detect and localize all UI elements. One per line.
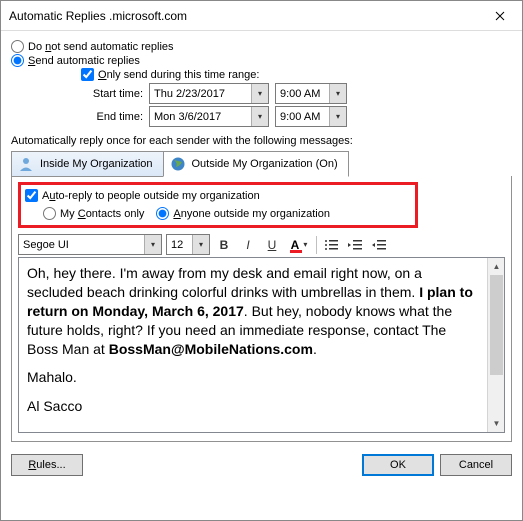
bulleted-list-button[interactable]	[321, 235, 341, 255]
chevron-down-icon: ▾	[329, 84, 346, 103]
font-color-button[interactable]: A▾	[286, 235, 312, 255]
bold-button[interactable]: B	[214, 235, 234, 255]
editor-toolbar: Segoe UI ▾ 12 ▾ B I U A▾	[18, 234, 505, 255]
editor-container: Oh, hey there. I'm away from my desk and…	[18, 257, 505, 433]
decrease-indent-button[interactable]	[345, 235, 365, 255]
do-not-send-radio[interactable]: Do not send automatic replies	[11, 40, 512, 53]
auto-reply-outside-checkbox[interactable]: Auto-reply to people outside my organiza…	[25, 189, 411, 202]
ok-button[interactable]: OK	[362, 454, 434, 476]
start-time-label: Start time:	[31, 88, 149, 100]
titlebar: Automatic Replies .microsoft.com	[1, 1, 522, 31]
tab-inside[interactable]: Inside My Organization	[11, 151, 164, 177]
increase-indent-button[interactable]	[369, 235, 389, 255]
scroll-up-icon[interactable]: ▲	[488, 258, 505, 275]
auto-reply-outside-input[interactable]	[25, 189, 38, 202]
font-size-combo[interactable]: 12 ▾	[166, 234, 210, 255]
send-input[interactable]	[11, 54, 24, 67]
end-time-label: End time:	[31, 111, 149, 123]
chevron-down-icon: ▾	[251, 84, 268, 103]
tab-outside[interactable]: Outside My Organization (On)	[163, 151, 349, 177]
chevron-down-icon: ▾	[144, 235, 161, 254]
message-editor[interactable]: Oh, hey there. I'm away from my desk and…	[19, 258, 487, 432]
cancel-button[interactable]: Cancel	[440, 454, 512, 476]
only-send-range-checkbox[interactable]: Only send during this time range:	[81, 68, 512, 81]
chevron-down-icon: ▾	[251, 107, 268, 126]
font-family-combo[interactable]: Segoe UI ▾	[18, 234, 162, 255]
globe-icon	[170, 156, 186, 172]
person-icon	[18, 156, 34, 172]
anyone-outside-radio[interactable]: Anyone outside my organization	[156, 207, 330, 220]
rules-button[interactable]: Rules...	[11, 454, 83, 476]
chevron-down-icon: ▾	[192, 235, 209, 254]
send-radio[interactable]: Send automatic replies	[11, 54, 512, 67]
only-send-range-input[interactable]	[81, 68, 94, 81]
start-date-combo[interactable]: Thu 2/23/2017 ▾	[149, 83, 269, 104]
highlight-box: Auto-reply to people outside my organiza…	[18, 182, 418, 228]
end-date-combo[interactable]: Mon 3/6/2017 ▾	[149, 106, 269, 127]
editor-scrollbar[interactable]: ▲ ▼	[487, 258, 504, 432]
tabs: Inside My Organization Outside My Organi…	[11, 151, 512, 177]
footer: Rules... OK Cancel	[1, 446, 522, 484]
anyone-outside-input[interactable]	[156, 207, 169, 220]
chevron-down-icon: ▾	[303, 240, 307, 249]
tab-panel-outside: Auto-reply to people outside my organiza…	[11, 176, 512, 442]
close-icon	[495, 11, 505, 21]
my-contacts-only-input[interactable]	[43, 207, 56, 220]
start-time-combo[interactable]: 9:00 AM ▾	[275, 83, 347, 104]
do-not-send-input[interactable]	[11, 40, 24, 53]
chevron-down-icon: ▾	[329, 107, 346, 126]
close-button[interactable]	[478, 1, 522, 30]
title-text: Automatic Replies .microsoft.com	[9, 9, 478, 23]
section-heading: Automatically reply once for each sender…	[11, 135, 512, 147]
separator	[316, 236, 317, 254]
underline-button[interactable]: U	[262, 235, 282, 255]
scroll-thumb[interactable]	[490, 275, 503, 375]
scroll-down-icon[interactable]: ▼	[488, 415, 505, 432]
end-time-combo[interactable]: 9:00 AM ▾	[275, 106, 347, 127]
my-contacts-only-radio[interactable]: My Contacts only	[43, 207, 144, 220]
italic-button[interactable]: I	[238, 235, 258, 255]
